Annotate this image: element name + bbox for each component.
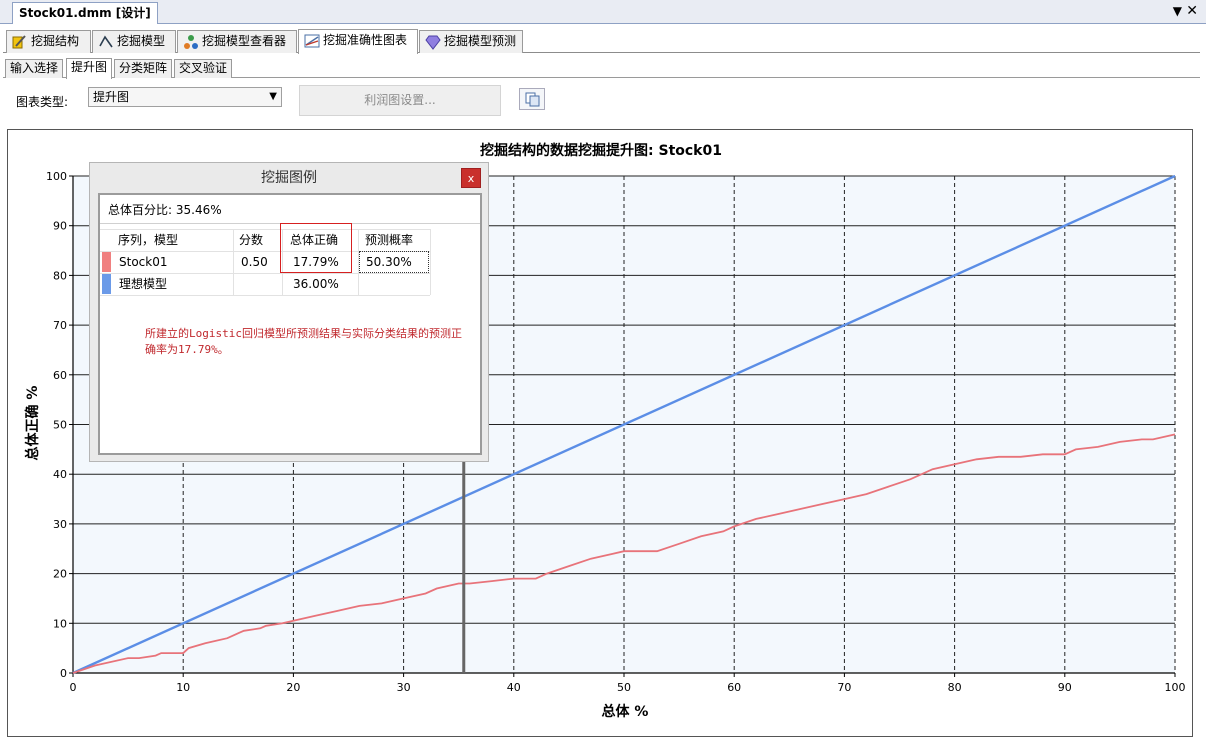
tab-model-prediction[interactable]: 挖掘模型预测 [419, 30, 523, 53]
y-axis-label: 总体正确 % [24, 386, 41, 461]
legend-row-name: Stock01 [119, 255, 168, 269]
total-percentage: 总体百分比: 35.46% [108, 203, 222, 217]
chart-type-label: 图表类型: [16, 95, 69, 109]
tab-label: 挖掘模型预测 [444, 34, 517, 48]
y-tick-label: 20 [53, 568, 67, 581]
x-tick-label: 30 [397, 681, 411, 694]
tab-mining-models[interactable]: 挖掘模型 [92, 30, 176, 53]
column-header-score: 分数 [239, 233, 264, 247]
chart-title: 挖掘结构的数据挖掘提升图: Stock01 [480, 142, 722, 159]
x-tick-label: 80 [948, 681, 962, 694]
x-tick-label: 60 [727, 681, 741, 694]
y-tick-label: 40 [53, 468, 67, 481]
mining-structure-icon [12, 35, 26, 49]
y-tick-label: 80 [53, 269, 67, 282]
x-tick-label: 0 [70, 681, 77, 694]
x-tick-label: 40 [507, 681, 521, 694]
tab-label: 挖掘准确性图表 [323, 33, 408, 47]
legend-row-name: 理想模型 [119, 277, 168, 291]
tab-label: 挖掘结构 [31, 34, 80, 48]
y-tick-label: 70 [53, 319, 67, 332]
x-axis-label: 总体 % [602, 703, 649, 720]
series-color-swatch [102, 252, 111, 272]
chevron-down-icon: ▼ [269, 91, 277, 102]
accuracy-chart-icon [304, 34, 320, 48]
tab-label: 挖掘模型 [117, 34, 166, 48]
prediction-diamond-icon [425, 35, 441, 50]
x-tick-label: 100 [1165, 681, 1186, 694]
close-icon[interactable]: ✕ [1186, 3, 1198, 19]
document-tab[interactable]: Stock01.dmm [设计] [12, 2, 158, 24]
profit-chart-settings-button[interactable]: 利润图设置... [299, 85, 501, 116]
tab-label: 挖掘模型查看器 [202, 34, 287, 48]
mining-model-icon [99, 35, 113, 48]
y-tick-label: 100 [46, 170, 67, 183]
divider [233, 229, 234, 295]
y-tick-label: 10 [53, 617, 67, 630]
subtab-input-selection[interactable]: 输入选择 [5, 59, 64, 78]
column-header-series: 序列，模型 [118, 233, 179, 247]
legend-title: 挖掘图例 [261, 170, 317, 186]
subtab-classification-matrix[interactable]: 分类矩阵 [114, 59, 173, 78]
x-tick-label: 10 [176, 681, 190, 694]
y-tick-label: 0 [60, 667, 67, 680]
tab-accuracy-chart[interactable]: 挖掘准确性图表 [298, 29, 418, 54]
lift-chart-subtabs: 输入选择 提升图 分类矩阵 交叉验证 [3, 58, 1200, 79]
annotation-text: 所建立的Logistic回归模型所预测结果与实际分类结果的预测正确率为17.79… [145, 327, 462, 356]
chart-type-value: 提升图 [93, 90, 130, 104]
chart-type-select[interactable]: 提升图 ▼ [88, 87, 282, 107]
divider [430, 229, 431, 295]
x-tick-label: 50 [617, 681, 631, 694]
dropdown-arrow-icon[interactable]: ▼ [1173, 3, 1182, 19]
legend-body: 总体百分比: 35.46% 序列，模型 分数 总体正确 预测概率 Stock01… [98, 193, 482, 455]
y-tick-label: 90 [53, 220, 67, 233]
copy-button[interactable] [519, 88, 545, 110]
divider [100, 295, 430, 296]
subtab-cross-validation[interactable]: 交叉验证 [174, 59, 233, 78]
x-tick-label: 70 [837, 681, 851, 694]
legend-close-button[interactable]: x [461, 168, 481, 188]
legend-row-probability: 50.30% [366, 255, 412, 269]
x-tick-label: 20 [286, 681, 300, 694]
mining-legend-window[interactable]: 挖掘图例 x 总体百分比: 35.46% 序列，模型 分数 总体正确 预测概率 … [89, 162, 489, 462]
tab-model-viewer[interactable]: 挖掘模型查看器 [177, 30, 297, 53]
document-tab-bar: Stock01.dmm [设计] ▼ ✕ [0, 0, 1206, 24]
y-tick-label: 50 [53, 419, 67, 432]
designer-tabs: 挖掘结构 挖掘模型 挖掘模型查看器 挖掘准确性图表 挖掘模型预测 [3, 29, 1200, 54]
column-header-predict-probability: 预测概率 [365, 233, 414, 247]
copy-icon [525, 92, 540, 107]
subtab-lift-chart[interactable]: 提升图 [66, 58, 113, 79]
x-tick-label: 90 [1058, 681, 1072, 694]
model-viewer-icon [184, 35, 198, 49]
tab-mining-structure[interactable]: 挖掘结构 [6, 30, 91, 53]
legend-row-score: 0.50 [241, 255, 268, 269]
y-tick-label: 60 [53, 369, 67, 382]
legend-row-correct: 36.00% [293, 277, 339, 291]
y-tick-label: 30 [53, 518, 67, 531]
highlight-box [280, 223, 352, 273]
series-color-swatch [102, 274, 111, 294]
